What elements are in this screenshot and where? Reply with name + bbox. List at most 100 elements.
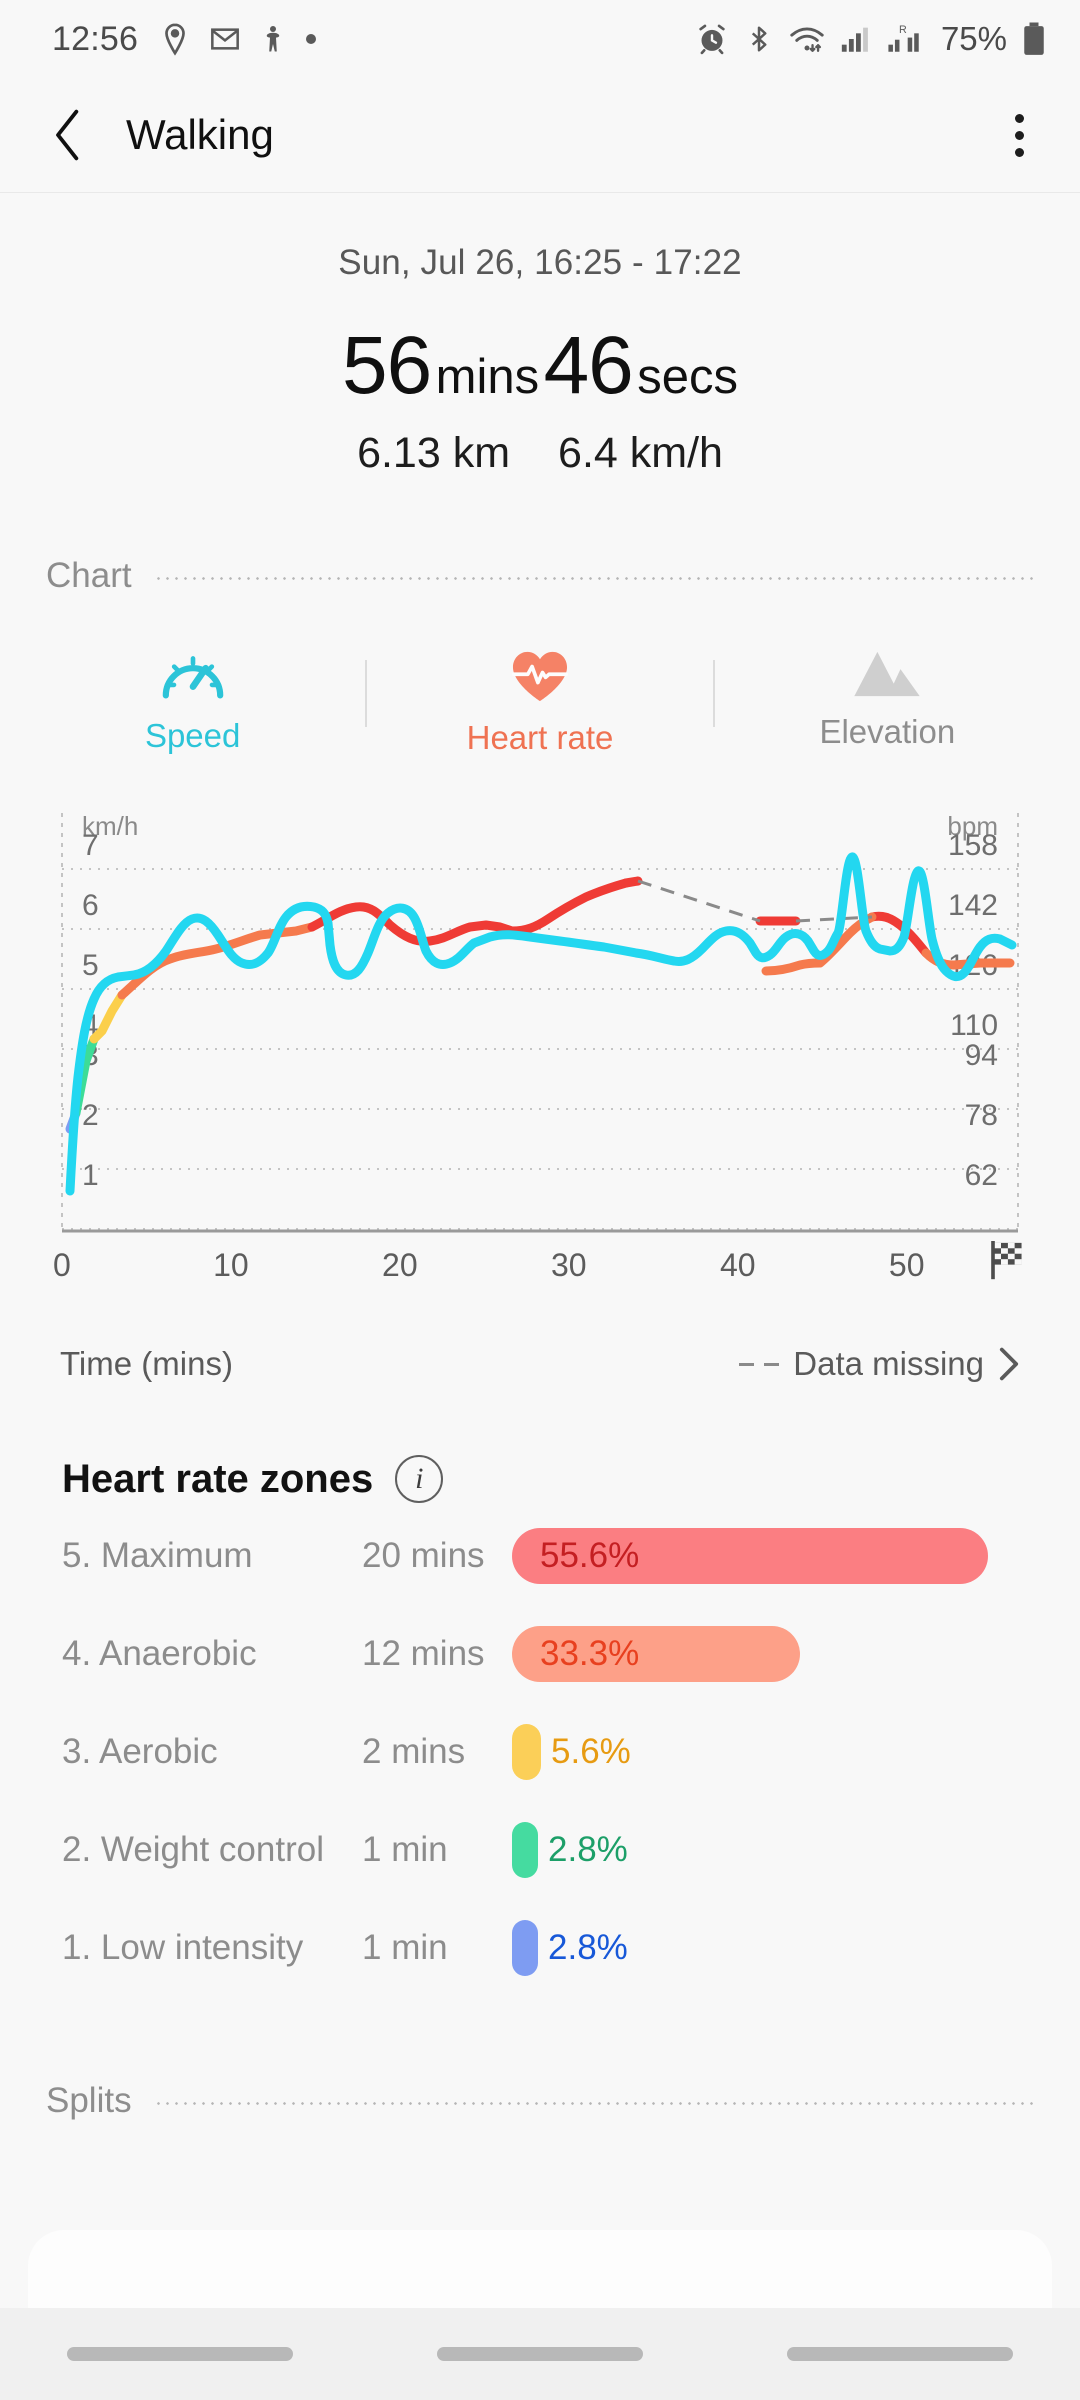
- x-tick-0: 0: [53, 1247, 71, 1283]
- back-chevron-icon[interactable]: [48, 106, 88, 164]
- info-icon[interactable]: i: [395, 1455, 444, 1503]
- gmail-icon: [211, 28, 240, 50]
- x-tick-10: 10: [213, 1247, 249, 1283]
- tab-heart-rate[interactable]: Heart rate: [367, 640, 712, 761]
- splits-section-label: Splits: [46, 2081, 132, 2120]
- heart-pulse-icon: [512, 651, 568, 702]
- zone-percent: 2.8%: [548, 1830, 628, 1869]
- chart-x-axis-title: Time (mins): [60, 1345, 233, 1382]
- status-bar-notification-icons: [158, 22, 317, 56]
- tab-elevation-label: Elevation: [819, 713, 956, 750]
- workout-summary: Sun, Jul 26, 16:25 - 17:22 56 mins 46 se…: [0, 193, 1080, 478]
- kebab-dot-3: [1015, 147, 1024, 157]
- svg-text:110: 110: [950, 1009, 998, 1042]
- heart-rate-zones-header: Heart rate zones i: [62, 1455, 1018, 1503]
- kebab-dot-1: [1015, 113, 1024, 123]
- zone-row-anaerobic: 4. Anaerobic 12 mins 33.3%: [62, 1609, 1018, 1699]
- wifi-icon: [790, 27, 824, 52]
- zone-minutes: 20 mins: [362, 1536, 485, 1575]
- tab-heart-rate-label: Heart rate: [466, 719, 614, 756]
- x-tick-30: 30: [551, 1247, 587, 1283]
- zone-minutes: 12 mins: [362, 1634, 485, 1673]
- signal-icon: [841, 27, 868, 52]
- speed-series: [65, 852, 1017, 1196]
- zone-row-low-intensity: 1. Low intensity 1 min 2.8%: [62, 1903, 1018, 1993]
- zone-percent: 5.6%: [551, 1732, 631, 1771]
- home-pill-icon: [437, 2347, 643, 2361]
- speedometer-icon: [162, 656, 223, 699]
- zone-bar: 33.3%: [512, 1626, 801, 1682]
- zone-row-aerobic: 3. Aerobic 2 mins 5.6%: [62, 1707, 1018, 1797]
- zone-name: 4. Anaerobic: [62, 1634, 257, 1673]
- checkered-flag-icon: [991, 1241, 1022, 1280]
- svg-text:62: 62: [965, 1159, 998, 1192]
- chart-plot-area: km/h bpm 7 6 5 4 3 2 1 158 142 126 110 9…: [60, 813, 1020, 1233]
- roaming-signal-icon: R: [888, 24, 919, 52]
- hr-zone-5-maximum-c: [621, 876, 643, 888]
- svg-text:7: 7: [82, 829, 99, 862]
- alarm-icon: [699, 24, 725, 55]
- tab-speed[interactable]: Speed: [20, 640, 365, 761]
- zone-percent: 33.3%: [540, 1634, 640, 1673]
- page-title: Walking: [126, 111, 274, 158]
- tab-speed-label: Speed: [144, 717, 241, 754]
- zone-bar-area: 2.8%: [512, 1822, 1018, 1878]
- android-nav-bar: [0, 2308, 1080, 2400]
- svg-text:158: 158: [948, 829, 998, 862]
- heart-rate-zones-title: Heart rate zones: [62, 1456, 374, 1501]
- svg-text:142: 142: [948, 889, 998, 922]
- workout-date-range: Sun, Jul 26, 16:25 - 17:22: [338, 243, 742, 282]
- zone-percent: 2.8%: [548, 1928, 628, 1967]
- battery-percent-label: 75%: [940, 20, 1007, 57]
- chart-x-axis-labels: 0 10 20 30 40 50: [53, 1235, 1022, 1307]
- app-bar: Walking: [0, 78, 1080, 193]
- zone-name: 5. Maximum: [62, 1536, 253, 1575]
- zone-bar: [512, 1822, 538, 1878]
- back-button[interactable]: [720, 2347, 1080, 2361]
- zone-name: 3. Aerobic: [62, 1732, 218, 1771]
- zone-row-maximum: 5. Maximum 20 mins 55.6%: [62, 1511, 1018, 1601]
- hr-zone-4-anaerobic-d: [761, 958, 825, 976]
- mountain-icon: [854, 651, 921, 697]
- duration-minutes-unit: mins: [435, 350, 540, 404]
- workout-distance: 6.13 km: [357, 429, 511, 477]
- zone-bar: 55.6%: [512, 1528, 988, 1584]
- chart-svg: km/h bpm 7 6 5 4 3 2 1 158 142 126 110 9…: [61, 813, 1019, 1233]
- recents-pill-icon: [67, 2347, 293, 2361]
- svg-text:1: 1: [82, 1159, 99, 1192]
- zone-row-weight-control: 2. Weight control 1 min 2.8%: [62, 1805, 1018, 1895]
- splits-section-divider: [153, 2101, 1034, 2105]
- svg-text:94: 94: [965, 1039, 998, 1072]
- workout-duration: 56 mins 46 secs: [0, 319, 1080, 413]
- overflow-menu-icon[interactable]: [999, 100, 1040, 171]
- zone-name: 1. Low intensity: [62, 1928, 304, 1967]
- zone-bar-area: 33.3%: [512, 1626, 1018, 1682]
- x-tick-20: 20: [382, 1247, 418, 1283]
- zone-bar-area: 55.6%: [512, 1528, 1018, 1584]
- data-missing-legend[interactable]: Data missing: [739, 1345, 1020, 1383]
- home-button[interactable]: [360, 2347, 720, 2361]
- status-bar: 12:56 R 75%: [0, 0, 1080, 78]
- chart-section-divider: [153, 576, 1034, 580]
- workout-chart[interactable]: km/h bpm 7 6 5 4 3 2 1 158 142 126 110 9…: [0, 813, 1080, 1307]
- chart-section-label: Chart: [46, 556, 132, 595]
- svg-text:78: 78: [965, 1099, 998, 1132]
- heart-rate-zones-section: Heart rate zones i 5. Maximum 20 mins 55…: [0, 1455, 1080, 1993]
- workout-pace: 6.4 km/h: [558, 429, 723, 477]
- zone-minutes: 1 min: [362, 1830, 448, 1869]
- status-bar-system-icons: R 75%: [695, 20, 1046, 58]
- zone-bar-area: 2.8%: [512, 1920, 1018, 1976]
- tab-elevation[interactable]: Elevation: [715, 640, 1060, 761]
- location-icon: [165, 23, 185, 56]
- x-tick-40: 40: [719, 1247, 756, 1283]
- recents-button[interactable]: [0, 2347, 360, 2361]
- dot-icon: [306, 34, 317, 44]
- chevron-right-icon: [999, 1347, 1019, 1381]
- data-missing-label: Data missing: [793, 1345, 984, 1382]
- status-bar-clock: 12:56: [52, 19, 139, 58]
- battery-icon: [1024, 22, 1044, 55]
- back-pill-icon: [787, 2347, 1013, 2361]
- hr-zone-5-maximum-b: [507, 878, 631, 936]
- chart-section-header: Chart: [0, 556, 1080, 596]
- x-tick-50: 50: [888, 1247, 925, 1283]
